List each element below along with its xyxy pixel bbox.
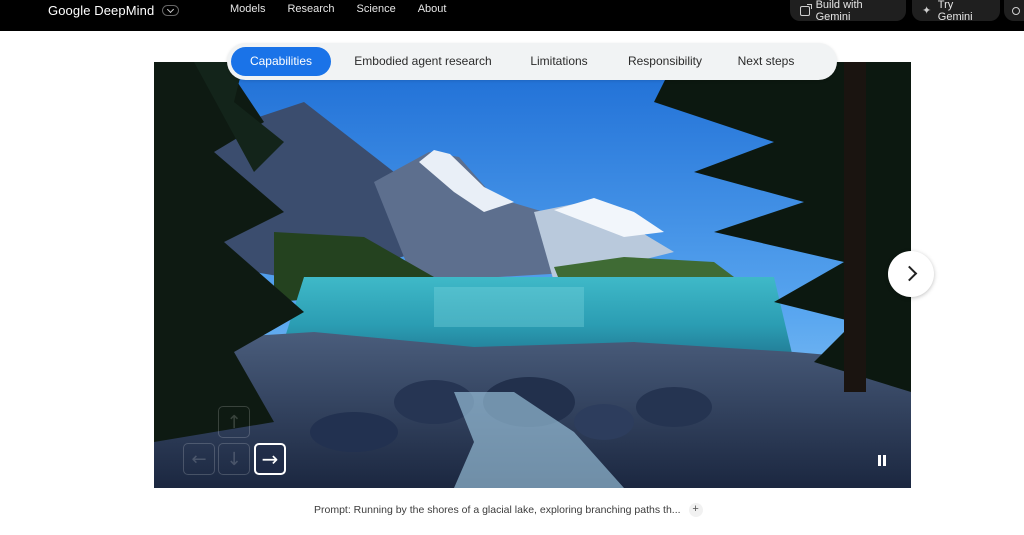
nav-link-science[interactable]: Science [357, 3, 396, 15]
pause-button[interactable] [877, 455, 887, 466]
build-with-gemini-label: Build with Gemini [815, 0, 863, 23]
video-player[interactable] [154, 62, 911, 488]
nav-link-about[interactable]: About [418, 3, 447, 15]
next-slide-button[interactable] [888, 251, 934, 297]
search-button[interactable] [1004, 0, 1024, 21]
arrow-left-icon: ← [191, 448, 207, 470]
search-icon [1012, 6, 1020, 15]
section-tabs: Capabilities Embodied agent research Lim… [227, 43, 837, 80]
arrow-right-icon: → [261, 447, 279, 471]
tab-capabilities[interactable]: Capabilities [231, 47, 331, 76]
chevron-right-icon [901, 265, 918, 282]
arrow-down-key: ↓ [218, 443, 250, 475]
try-gemini-button[interactable]: ✦ Try Gemini [912, 0, 1000, 23]
expand-caption-button[interactable]: + [688, 503, 703, 517]
video-caption: Prompt: Running by the shores of a glaci… [314, 503, 703, 517]
prompt-text: Prompt: Running by the shores of a glaci… [314, 504, 681, 516]
tab-next-steps[interactable]: Next steps [725, 47, 807, 76]
pause-icon-bar [883, 455, 886, 466]
sparkle-icon: ✦ [922, 4, 932, 17]
arrow-right-key: → [254, 443, 286, 475]
top-nav: Google DeepMind Models Research Science … [0, 0, 1024, 31]
build-with-gemini-button[interactable]: Build with Gemini [790, 0, 906, 23]
arrow-down-icon: ↓ [226, 448, 242, 470]
arrow-left-key: ← [183, 443, 215, 475]
try-gemini-label: Try Gemini [937, 0, 973, 23]
arrow-up-icon: ↑ [226, 411, 242, 433]
chevron-down-icon[interactable] [162, 4, 180, 16]
brand-name: Google DeepMind [48, 2, 155, 18]
pause-icon-bar [878, 455, 881, 466]
external-link-icon [800, 3, 812, 16]
nav-link-research[interactable]: Research [287, 3, 334, 15]
brand-logo[interactable]: Google DeepMind [48, 2, 180, 18]
tab-limitations[interactable]: Limitations [513, 47, 605, 76]
nav-links: Models Research Science About [230, 3, 468, 15]
tab-responsibility[interactable]: Responsibility [613, 47, 717, 76]
landscape-image [154, 62, 911, 488]
nav-link-models[interactable]: Models [230, 3, 265, 15]
tab-embodied-agent-research[interactable]: Embodied agent research [337, 47, 509, 76]
arrow-up-key: ↑ [218, 406, 250, 438]
